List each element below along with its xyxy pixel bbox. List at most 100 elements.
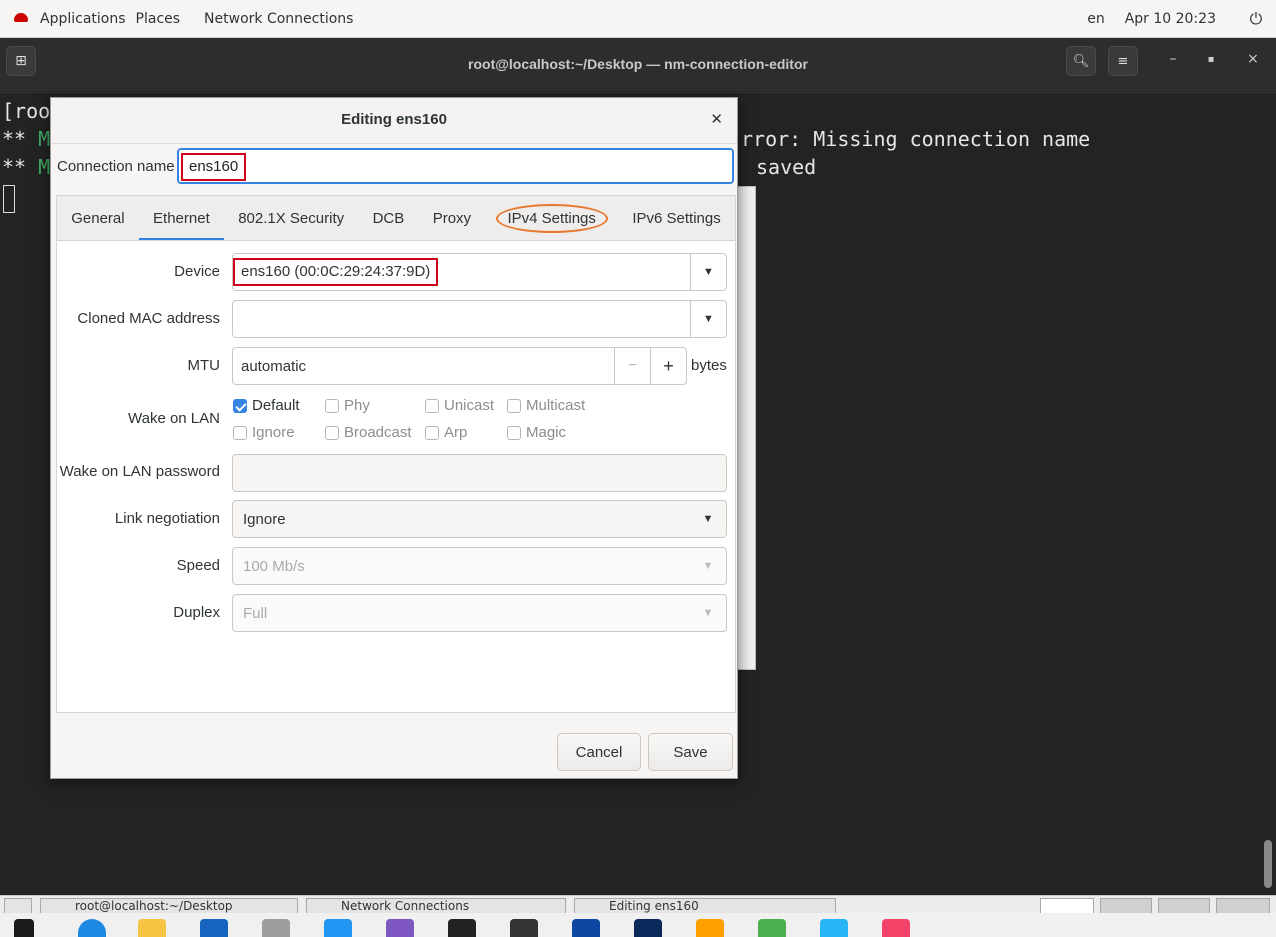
chevron-down-icon: ▼ bbox=[702, 607, 714, 619]
checkbox-icon bbox=[507, 425, 521, 440]
wol-broadcast-checkbox[interactable]: Broadcast bbox=[325, 424, 412, 441]
task-network-connections[interactable]: Network Connections bbox=[306, 898, 566, 914]
workspace-2[interactable] bbox=[1100, 898, 1152, 914]
tab-ethernet[interactable]: Ethernet bbox=[139, 204, 224, 241]
workspace-4[interactable] bbox=[1216, 898, 1270, 914]
tab-ipv6-settings[interactable]: IPv6 Settings bbox=[628, 204, 724, 233]
app-icon[interactable] bbox=[820, 919, 848, 937]
browser-icon[interactable] bbox=[78, 919, 106, 937]
tab-8021x-security[interactable]: 802.1X Security bbox=[234, 204, 348, 233]
ide-icon[interactable] bbox=[510, 919, 538, 937]
app-icon[interactable] bbox=[696, 919, 724, 937]
power-icon[interactable]: ⏻ bbox=[1236, 9, 1276, 29]
tab-proxy[interactable]: Proxy bbox=[429, 204, 475, 233]
wol-phy-checkbox[interactable]: Phy bbox=[325, 397, 370, 414]
window-list: root@localhost:~/Desktop Network Connect… bbox=[0, 895, 1276, 914]
redhat-logo-icon bbox=[12, 12, 30, 25]
ethernet-settings-panel: Device ens160 (00:0C:29:24:37:9D) ▼ Clon… bbox=[56, 240, 736, 713]
terminal-scrollbar[interactable] bbox=[1264, 840, 1272, 888]
wol-ignore-checkbox[interactable]: Ignore bbox=[233, 424, 295, 441]
clock[interactable]: Apr 10 20:23 bbox=[1115, 11, 1236, 27]
tab-dcb[interactable]: DCB bbox=[369, 204, 409, 233]
wol-default-checkbox[interactable]: Default bbox=[233, 397, 300, 414]
speed-combobox[interactable]: 100 Mb/s ▼ bbox=[232, 547, 727, 585]
close-icon[interactable]: × bbox=[1242, 51, 1264, 67]
maximize-icon[interactable]: ▪ bbox=[1200, 54, 1222, 65]
music-icon[interactable] bbox=[882, 919, 910, 937]
folder-icon[interactable] bbox=[138, 919, 166, 937]
terminal-saved-text: saved bbox=[756, 155, 817, 179]
wol-label: Wake on LAN bbox=[128, 410, 220, 427]
workspace-3[interactable] bbox=[1158, 898, 1210, 914]
search-icon[interactable]: 🔍︎ bbox=[1066, 46, 1096, 76]
workspace-1[interactable] bbox=[1040, 898, 1094, 914]
speed-value: 100 Mb/s bbox=[243, 558, 305, 575]
checkbox-icon bbox=[233, 425, 247, 440]
connection-name-value: ens160 bbox=[181, 153, 247, 181]
mtu-label: MTU bbox=[187, 357, 221, 374]
store-icon[interactable] bbox=[200, 919, 228, 937]
decrement-icon[interactable]: − bbox=[614, 348, 650, 384]
visual-studio-icon[interactable] bbox=[386, 919, 414, 937]
duplex-combobox[interactable]: Full ▼ bbox=[232, 594, 727, 632]
wol-arp-checkbox[interactable]: Arp bbox=[425, 424, 467, 441]
duplex-value: Full bbox=[243, 605, 268, 622]
show-desktop-button[interactable] bbox=[4, 898, 32, 914]
intellij-icon[interactable] bbox=[448, 919, 476, 937]
start-icon[interactable] bbox=[14, 919, 34, 937]
wol-multicast-checkbox[interactable]: Multicast bbox=[507, 397, 585, 414]
terminal-error-text: rror: Missing connection name bbox=[741, 127, 1091, 151]
chevron-down-icon: ▼ bbox=[702, 560, 714, 572]
photoshop-icon[interactable] bbox=[572, 919, 600, 937]
save-button[interactable]: Save bbox=[648, 733, 733, 771]
wol-magic-checkbox[interactable]: Magic bbox=[507, 424, 566, 441]
task-editing-ens160[interactable]: Editing ens160 bbox=[574, 898, 836, 914]
checkbox-icon bbox=[425, 398, 439, 413]
minimize-icon[interactable]: – bbox=[1162, 51, 1184, 67]
link-negotiation-value: Ignore bbox=[243, 511, 286, 528]
connection-name-row: Connection name ens160 bbox=[51, 144, 737, 190]
dialog-headerbar: Editing ens160 ✕ bbox=[51, 98, 737, 144]
network-connections-window[interactable] bbox=[736, 186, 756, 670]
wol-ignore-label: Ignore bbox=[252, 424, 295, 441]
increment-icon[interactable]: + bbox=[650, 348, 686, 384]
wol-broadcast-label: Broadcast bbox=[344, 424, 412, 441]
device-combobox[interactable]: ens160 (00:0C:29:24:37:9D) ▼ bbox=[232, 253, 727, 291]
cloned-mac-combobox[interactable]: ▼ bbox=[232, 300, 727, 338]
connection-name-label: Connection name bbox=[57, 158, 175, 175]
wechat-icon[interactable] bbox=[758, 919, 786, 937]
close-icon[interactable]: ✕ bbox=[710, 110, 723, 128]
wol-multicast-label: Multicast bbox=[526, 397, 586, 414]
settings-tabs: General Ethernet 802.1X Security DCB Pro… bbox=[56, 195, 736, 241]
applications-menu[interactable]: Applications bbox=[30, 11, 136, 27]
menu-icon[interactable]: ≡ bbox=[1108, 46, 1138, 76]
mtu-value: automatic bbox=[241, 358, 307, 375]
places-menu[interactable]: Places bbox=[136, 11, 191, 27]
wol-password-input[interactable] bbox=[232, 454, 727, 492]
checkbox-icon bbox=[325, 425, 339, 440]
database-icon[interactable] bbox=[262, 919, 290, 937]
cancel-button[interactable]: Cancel bbox=[557, 733, 641, 771]
connection-name-input[interactable]: ens160 bbox=[177, 148, 734, 184]
lightroom-icon[interactable] bbox=[634, 919, 662, 937]
device-label: Device bbox=[174, 263, 220, 280]
cloned-mac-label: Cloned MAC address bbox=[77, 310, 220, 327]
wol-default-label: Default bbox=[252, 397, 300, 414]
wol-unicast-checkbox[interactable]: Unicast bbox=[425, 397, 494, 414]
tab-general[interactable]: General bbox=[67, 204, 128, 233]
terminal-line-1: [roo bbox=[2, 99, 51, 123]
mtu-spinbutton[interactable]: automatic − + bbox=[232, 347, 687, 385]
link-negotiation-combobox[interactable]: Ignore ▼ bbox=[232, 500, 727, 538]
speed-label: Speed bbox=[176, 557, 220, 574]
top-bar: Applications Places Network Connections … bbox=[0, 0, 1276, 38]
tab-ipv4-settings[interactable]: IPv4 Settings bbox=[495, 203, 608, 233]
task-terminal[interactable]: root@localhost:~/Desktop bbox=[40, 898, 298, 914]
network-connections-app-menu[interactable]: Network Connections bbox=[190, 11, 363, 27]
keyboard-layout-indicator[interactable]: en bbox=[1077, 11, 1115, 27]
vscode-icon[interactable] bbox=[324, 919, 352, 937]
chevron-down-icon[interactable]: ▼ bbox=[690, 254, 726, 290]
chevron-down-icon[interactable]: ▼ bbox=[690, 301, 726, 337]
wol-unicast-label: Unicast bbox=[444, 397, 495, 414]
host-dock bbox=[0, 913, 1276, 937]
chevron-down-icon[interactable]: ▼ bbox=[690, 501, 726, 537]
